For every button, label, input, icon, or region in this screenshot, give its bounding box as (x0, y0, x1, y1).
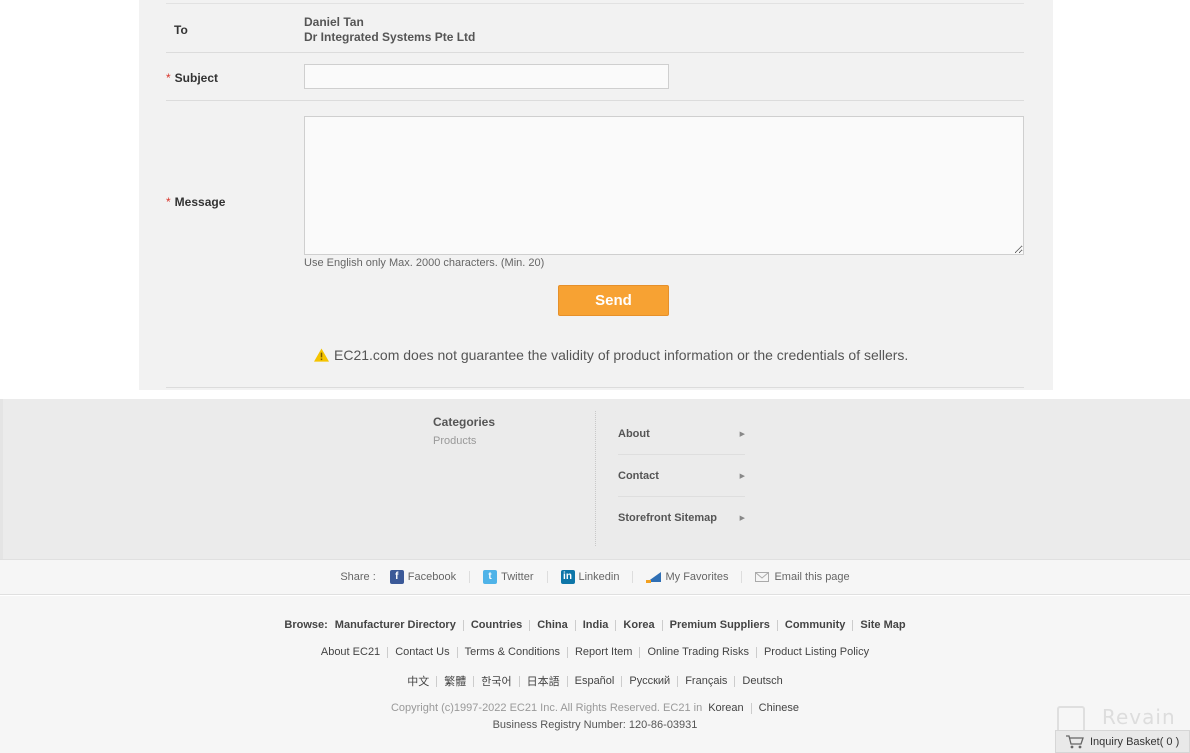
linkedin-icon: in (560, 570, 575, 584)
link-online-trading-risks[interactable]: Online Trading Risks (647, 646, 749, 658)
inquiry-form-panel: To Daniel Tan Dr Integrated Systems Pte … (139, 0, 1053, 390)
basket-label: Inquiry Basket( 0 ) (1090, 735, 1180, 748)
lang-korean[interactable]: 한국어 (481, 673, 511, 689)
disclaimer-notice: EC21.com does not guarantee the validity… (314, 347, 908, 363)
link-china[interactable]: China (537, 619, 568, 631)
store-link-about[interactable]: About ▶ (618, 413, 745, 455)
categories-title: Categories (433, 415, 496, 429)
watermark-text: Revain (1102, 705, 1176, 729)
copyright-text: Copyright (c)1997-2022 EC21 Inc. All Rig… (390, 702, 703, 714)
message-hint: Use English only Max. 2000 characters. (… (304, 257, 545, 269)
copyright-line: Copyright (c)1997-2022 EC21 Inc. All Rig… (0, 702, 1190, 714)
separator (741, 571, 743, 583)
warning-icon (314, 348, 329, 362)
lang-german[interactable]: Deutsch (742, 675, 782, 687)
link-manufacturer-directory[interactable]: Manufacturer Directory (335, 619, 456, 631)
link-product-listing-policy[interactable]: Product Listing Policy (764, 646, 869, 658)
link-contact-us[interactable]: Contact Us (395, 646, 449, 658)
share-facebook[interactable]: f Facebook (389, 570, 456, 584)
separator (469, 571, 471, 583)
message-row: * Message Use English only Max. 2000 char… (166, 101, 1024, 388)
send-button[interactable]: Send (558, 285, 669, 316)
facebook-icon: f (389, 570, 404, 584)
email-icon (755, 572, 770, 582)
recipient-info: Daniel Tan Dr Integrated Systems Pte Ltd (304, 15, 475, 45)
storefront-footer: Categories Products About ▶ Contact ▶ St… (0, 399, 1190, 559)
categories-products-link[interactable]: Products (433, 435, 476, 447)
link-ec21-korean[interactable]: Korean (708, 702, 743, 714)
lang-french[interactable]: Français (685, 675, 727, 687)
message-textarea[interactable] (304, 116, 1024, 255)
share-label: Share : (340, 571, 376, 583)
info-links: About EC21 Contact Us Terms & Conditions… (0, 646, 1190, 658)
message-label: * Message (166, 195, 226, 209)
browse-links: Browse: Manufacturer Directory Countries… (0, 619, 1190, 631)
share-linkedin[interactable]: in Linkedin (560, 570, 619, 584)
arrow-right-icon: ▶ (739, 472, 745, 480)
share-my-favorites[interactable]: My Favorites (646, 571, 728, 583)
link-countries[interactable]: Countries (471, 619, 522, 631)
store-link-contact[interactable]: Contact ▶ (618, 455, 745, 497)
recipient-name: Daniel Tan (304, 15, 364, 29)
link-site-map[interactable]: Site Map (860, 619, 905, 631)
lang-japanese[interactable]: 日本語 (527, 673, 560, 689)
lang-spanish[interactable]: Español (575, 675, 615, 687)
share-bar: Share : f Facebook t Twitter in Linkedin… (0, 559, 1190, 595)
separator (632, 571, 634, 583)
twitter-icon: t (483, 570, 498, 584)
to-row: To Daniel Tan Dr Integrated Systems Pte … (166, 3, 1024, 53)
link-premium-suppliers[interactable]: Premium Suppliers (670, 619, 770, 631)
separator (546, 571, 548, 583)
vertical-divider (595, 411, 596, 546)
lang-traditional-chinese[interactable]: 繁體 (444, 673, 466, 689)
site-footer: Browse: Manufacturer Directory Countries… (0, 596, 1190, 753)
share-email[interactable]: Email this page (755, 571, 850, 583)
to-label: To (174, 23, 188, 37)
subject-label: * Subject (166, 71, 219, 85)
storefront-links: About ▶ Contact ▶ Storefront Sitemap ▶ (618, 413, 745, 539)
link-about-ec21[interactable]: About EC21 (321, 646, 380, 658)
lang-simplified-chinese[interactable]: 中文 (407, 673, 429, 689)
inquiry-basket-button[interactable]: Inquiry Basket( 0 ) (1055, 730, 1190, 753)
business-registry: Business Registry Number: 120-86-03931 (492, 719, 698, 731)
browse-label: Browse: (284, 619, 328, 631)
link-ec21-chinese[interactable]: Chinese (759, 702, 799, 714)
subject-row: * Subject (166, 53, 1024, 101)
link-terms[interactable]: Terms & Conditions (465, 646, 560, 658)
language-links: 中文 繁體 한국어 日本語 Español Русский Français D… (0, 673, 1190, 689)
required-mark: * (166, 195, 171, 209)
recipient-company: Dr Integrated Systems Pte Ltd (304, 30, 476, 44)
store-link-sitemap[interactable]: Storefront Sitemap ▶ (618, 497, 745, 539)
link-korea[interactable]: Korea (623, 619, 654, 631)
link-india[interactable]: India (583, 619, 609, 631)
arrow-right-icon: ▶ (739, 515, 745, 522)
share-twitter[interactable]: t Twitter (483, 570, 534, 584)
arrow-right-icon: ▶ (739, 430, 745, 438)
disclaimer-text: EC21.com does not guarantee the validity… (334, 347, 909, 363)
lang-russian[interactable]: Русский (629, 675, 670, 687)
required-mark: * (166, 71, 171, 85)
subject-input[interactable] (304, 64, 669, 89)
cart-icon (1066, 734, 1084, 748)
link-community[interactable]: Community (785, 619, 846, 631)
link-report-item[interactable]: Report Item (575, 646, 632, 658)
favorites-icon (646, 572, 662, 583)
